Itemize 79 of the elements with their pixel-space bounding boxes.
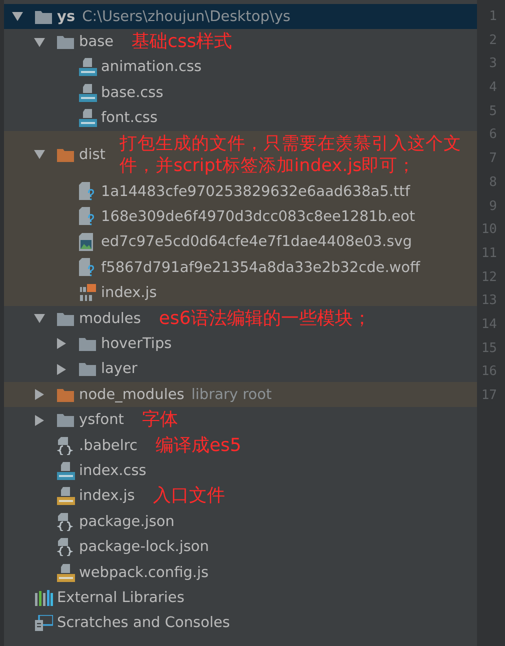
collapsed-arrow-icon[interactable] [34, 389, 45, 400]
item-name: index.js [79, 488, 135, 504]
annotation: 字体 [142, 409, 178, 432]
item-name: .babelrc [79, 438, 138, 454]
item-name: index.js [101, 285, 157, 302]
item-name: Scratches and Consoles [57, 615, 230, 632]
item-name: layer [101, 361, 138, 378]
tree-row[interactable]: package-lock.json [4, 534, 477, 560]
item-detail: C:\Users\zhoujun\Desktop\ys [82, 8, 290, 25]
annotation: es6语法编辑的一些模块； [158, 308, 371, 330]
item-name: 168e309de6f4970d3dcc083c8ee1281b.eot [101, 209, 416, 226]
item-name: ed7c97e5cd0d64cfe4e7f1dae4408e03.svg [101, 234, 412, 250]
item-name: webpack.config.js [79, 564, 209, 580]
json-file-icon [57, 512, 73, 531]
collapsed-arrow-icon[interactable] [34, 414, 45, 426]
tree-row[interactable]: External Libraries [4, 585, 477, 611]
tree-row[interactable]: base.css [4, 80, 477, 106]
tree-row[interactable]: font.css [4, 106, 477, 131]
tree-row[interactable]: base 基础css样式 [4, 29, 477, 55]
tree-row[interactable]: node_modules library root [4, 382, 477, 408]
tree-row[interactable]: ysfont 字体 [4, 407, 477, 433]
binary-js-file-icon [79, 284, 97, 302]
item-name: 1a14483cfe970253829632e6aad638a5.ttf [101, 184, 410, 200]
item-name: package.json [79, 514, 174, 530]
tree-row[interactable]: ys C:\Users\zhoujun\Desktop\ys [4, 4, 477, 30]
expanded-arrow-icon[interactable] [12, 11, 23, 22]
annotation: 打包生成的文件，只需要在羡慕引入这个文件，并script标签添加index.js即可； [119, 132, 462, 178]
libraries-icon [35, 590, 53, 606]
json-file-icon [57, 538, 73, 556]
unknown-file-icon [79, 207, 95, 228]
item-name: node_modules [79, 386, 184, 403]
item-name: modules [79, 310, 141, 327]
tree-row[interactable]: package.json [4, 509, 477, 534]
tree-row[interactable]: webpack.config.js [4, 560, 477, 586]
css-file-icon [79, 109, 97, 128]
annotation: 编译成es5 [155, 434, 242, 457]
tree-row[interactable]: index.js [4, 280, 477, 306]
annotation: 基础css样式 [132, 31, 232, 54]
item-name: External Libraries [57, 590, 184, 606]
collapsed-arrow-icon[interactable] [56, 338, 67, 350]
tree-row[interactable]: animation.css [4, 54, 477, 80]
tree-row[interactable]: index.js 入口文件 [4, 484, 477, 510]
tree-row[interactable]: .babelrc 编译成es5 [4, 432, 477, 458]
tree-row[interactable]: modules es6语法编辑的一些模块； [4, 306, 477, 332]
tree-row[interactable]: f5867d791af9e21354a8da33e2b32cde.woff [4, 255, 477, 281]
js-file-icon [57, 487, 75, 506]
image-file-icon [79, 233, 95, 252]
item-name: f5867d791af9e21354a8da33e2b32cde.woff [101, 260, 420, 276]
item-detail: library root [191, 386, 272, 403]
expanded-arrow-icon[interactable] [34, 313, 45, 324]
item-name: base.css [101, 84, 164, 101]
tree-row[interactable]: index.css [4, 458, 477, 484]
expanded-arrow-icon[interactable] [34, 36, 45, 48]
item-name: index.css [79, 462, 146, 479]
tree-row[interactable]: ed7c97e5cd0d64cfe4e7f1dae4408e03.svg [4, 230, 477, 256]
css-file-icon [57, 462, 75, 480]
json-file-icon [57, 436, 73, 455]
tree-row[interactable]: hoverTips [4, 331, 477, 357]
annotation: 入口文件 [152, 485, 225, 508]
item-name: dist [79, 146, 106, 163]
unknown-file-icon [79, 182, 95, 202]
item-name: ysfont [79, 412, 124, 428]
item-name: hoverTips [101, 336, 172, 352]
item-name: package-lock.json [79, 539, 209, 556]
expanded-arrow-icon[interactable] [34, 149, 45, 160]
item-name: ys [57, 8, 76, 25]
item-name: base [79, 34, 114, 50]
tree-row[interactable]: layer [4, 356, 477, 382]
item-name: animation.css [101, 59, 202, 76]
js-file-icon [57, 564, 75, 582]
css-file-icon [79, 58, 97, 76]
css-file-icon [79, 84, 97, 102]
unknown-file-icon [79, 258, 95, 278]
scratches-icon [35, 615, 53, 632]
item-name: font.css [101, 110, 158, 126]
tree-row[interactable]: 1a14483cfe970253829632e6aad638a5.ttf [4, 178, 477, 204]
tree-row[interactable]: 168e309de6f4970d3dcc083c8ee1281b.eot [4, 204, 477, 230]
collapsed-arrow-icon[interactable] [56, 364, 67, 375]
tree-row[interactable]: Scratches and Consoles [4, 610, 477, 636]
